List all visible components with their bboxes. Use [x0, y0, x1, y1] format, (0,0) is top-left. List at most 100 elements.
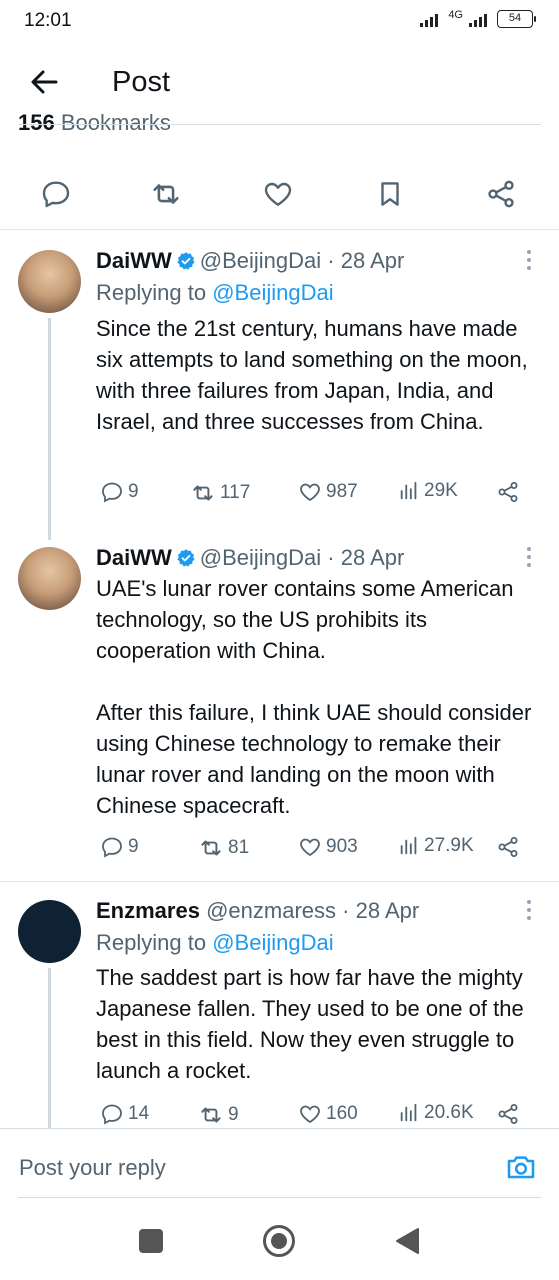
author-handle: @BeijingDai [199, 545, 322, 570]
tweet-date: · 28 Apr [327, 545, 405, 570]
author-name[interactable]: Enzmares [96, 898, 200, 923]
tweet-actions: 9 117 987 29K [96, 480, 536, 510]
reply-composer: Post your reply [0, 1128, 559, 1200]
tweet-actions: 9 81 903 27.9K [96, 835, 536, 865]
repost-icon [201, 1107, 221, 1123]
view-count: 20.6K [424, 1102, 474, 1123]
more-options-button[interactable] [527, 900, 533, 924]
repost-button[interactable]: 117 [190, 480, 250, 506]
replying-mention[interactable]: @BeijingDai [212, 280, 333, 305]
avatar[interactable] [18, 547, 81, 610]
reply-underline [18, 1197, 541, 1198]
avatar[interactable] [18, 250, 81, 313]
divider [0, 229, 559, 230]
verified-badge-icon [177, 252, 195, 270]
author-name[interactable]: DaiWW [96, 545, 172, 570]
views-button[interactable]: 29K [398, 480, 458, 502]
back-nav-button[interactable] [392, 1226, 422, 1256]
author-handle: @BeijingDai [199, 248, 322, 273]
thread-line [48, 318, 51, 540]
like-button[interactable]: 160 [298, 1102, 358, 1126]
more-dot-icon [527, 900, 531, 904]
views-chart-icon [400, 481, 417, 500]
tweet-text: The saddest part is how far have the mig… [96, 965, 524, 1083]
tweet-text: Since the 21st century, humans have made… [96, 316, 528, 434]
status-icons: 4G 54 [420, 9, 536, 28]
view-count: 27.9K [424, 835, 474, 856]
like-button[interactable] [258, 174, 298, 214]
tweet-header: Enzmares @enzmaress · 28 Apr [96, 898, 419, 924]
share-button[interactable] [496, 835, 520, 859]
author-handle: @enzmaress [206, 898, 337, 923]
replying-mention[interactable]: @BeijingDai [212, 930, 333, 955]
system-nav-bar [0, 1200, 559, 1280]
reply-button[interactable]: 14 [100, 1102, 149, 1126]
more-dot-icon [527, 547, 531, 551]
more-dot-icon [527, 563, 531, 567]
signal-icon [420, 14, 439, 27]
reply-button[interactable] [36, 174, 76, 214]
recents-button[interactable] [136, 1226, 166, 1256]
views-button[interactable]: 27.9K [398, 835, 474, 857]
battery-icon: 54 [497, 10, 536, 28]
share-icon [498, 1104, 518, 1124]
square-icon [139, 1229, 163, 1253]
comment-icon [42, 181, 70, 208]
divider [0, 881, 559, 882]
heart-icon [300, 838, 320, 857]
camera-button[interactable] [505, 1151, 537, 1183]
reply-button[interactable]: 9 [100, 835, 139, 859]
replying-label: Replying to [96, 280, 207, 305]
repost-button[interactable]: 81 [198, 835, 249, 861]
more-dot-icon [527, 250, 531, 254]
author-name[interactable]: DaiWW [96, 248, 172, 273]
tweet-text: UAE's lunar rover contains some American… [96, 576, 532, 818]
more-options-button[interactable] [527, 547, 533, 571]
bookmarks-stat[interactable]: 156 Bookmarks [18, 108, 318, 132]
share-button[interactable] [496, 1102, 520, 1126]
tweet-header: DaiWW @BeijingDai · 28 Apr [96, 545, 404, 571]
replying-to: Replying to @BeijingDai [96, 930, 334, 956]
like-count: 987 [326, 481, 358, 502]
reply-count: 9 [128, 481, 139, 502]
tweet-date: · 28 Apr [327, 248, 405, 273]
comment-icon [102, 837, 122, 858]
repost-count: 9 [228, 1104, 239, 1125]
views-chart-icon [400, 836, 417, 855]
reply-input[interactable]: Post your reply [19, 1155, 166, 1181]
share-button[interactable] [481, 174, 521, 214]
share-icon [498, 482, 518, 502]
views-button[interactable]: 20.6K [398, 1102, 474, 1124]
like-button[interactable]: 987 [298, 480, 358, 504]
comment-icon [102, 1104, 122, 1125]
avatar[interactable] [18, 900, 81, 963]
bookmark-icon [381, 182, 399, 206]
share-icon [488, 180, 514, 208]
reply-button[interactable]: 9 [100, 480, 139, 504]
repost-icon [193, 485, 213, 501]
repost-button[interactable] [146, 174, 186, 214]
replying-to: Replying to @BeijingDai [96, 280, 334, 306]
back-button[interactable] [26, 64, 62, 100]
more-options-button[interactable] [527, 250, 533, 274]
more-dot-icon [527, 266, 531, 270]
share-icon [498, 837, 518, 857]
network-type: 4G [448, 9, 463, 21]
heart-icon [264, 182, 292, 206]
repost-count: 117 [220, 482, 251, 503]
bookmarks-label: Bookmarks [60, 110, 171, 132]
arrow-left-icon [31, 70, 58, 94]
tweet-date: · 28 Apr [342, 898, 420, 923]
verified-badge-icon [177, 549, 195, 567]
like-count: 160 [326, 1103, 358, 1124]
comment-icon [102, 482, 122, 503]
bookmark-button[interactable] [370, 174, 410, 214]
repost-button[interactable]: 9 [198, 1102, 239, 1128]
heart-icon [300, 483, 320, 502]
repost-icon [153, 184, 179, 204]
like-button[interactable]: 903 [298, 835, 358, 859]
home-button[interactable] [262, 1224, 296, 1258]
tweet-header: DaiWW @BeijingDai · 28 Apr [96, 248, 404, 274]
share-button[interactable] [496, 480, 520, 504]
header-divider [18, 124, 541, 125]
